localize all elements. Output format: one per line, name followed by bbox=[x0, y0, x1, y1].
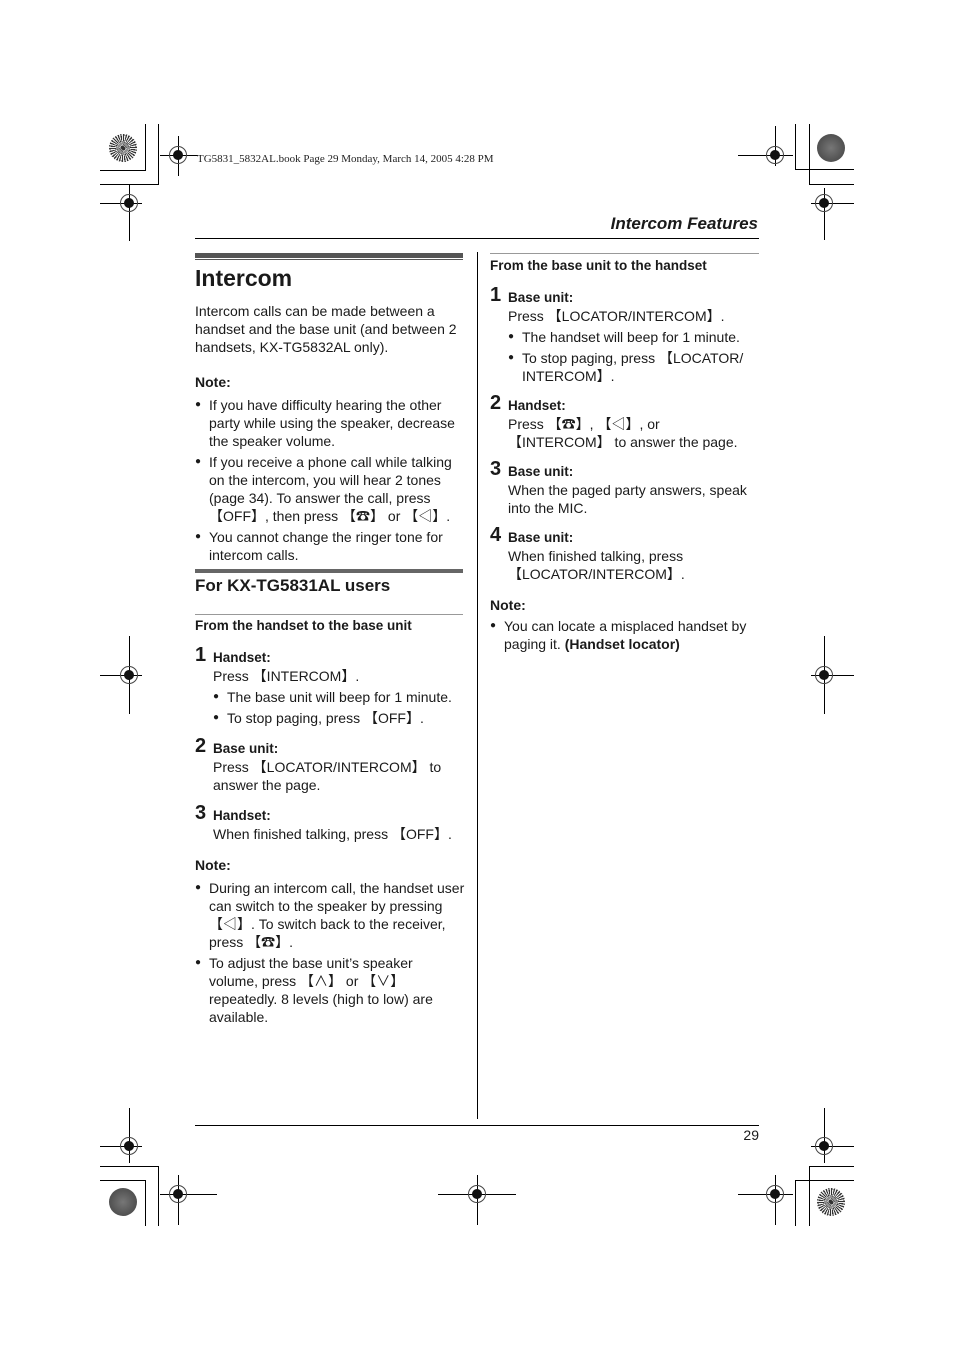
crop-line bbox=[145, 124, 146, 170]
crop-line bbox=[809, 124, 810, 184]
procedure-rule bbox=[490, 253, 759, 254]
header-rule bbox=[195, 238, 759, 239]
note-block: Note: During an intercom call, the hands… bbox=[195, 857, 465, 1026]
crop-line bbox=[100, 170, 146, 171]
crop-line bbox=[145, 1180, 146, 1226]
step-text: Press 【☎】, 【◁】, or 【INTERCOM】 to answer … bbox=[508, 416, 738, 450]
note-item: During an intercom call, the handset use… bbox=[195, 879, 465, 951]
note-item: You cannot change the ringer tone for in… bbox=[195, 528, 465, 564]
step-bullet: To stop paging, press 【LOCATOR/ INTERCOM… bbox=[508, 349, 750, 385]
crop-line bbox=[795, 1180, 796, 1226]
step-heading: Base unit: bbox=[508, 530, 574, 545]
step-heading: Base unit: bbox=[213, 741, 279, 756]
subsection-bar bbox=[195, 569, 463, 573]
note-bold-text: (Handset locator) bbox=[564, 636, 680, 652]
step-heading: Handset: bbox=[213, 650, 271, 665]
procedure-title: From the base unit to the handset bbox=[490, 258, 707, 273]
step-number: 3 bbox=[490, 458, 502, 480]
note-block: Note: You can locate a misplaced handset… bbox=[490, 597, 760, 653]
crop-line bbox=[795, 124, 796, 170]
color-target-bottom-right bbox=[817, 1188, 845, 1216]
step-text: Press 【LOCATOR/INTERCOM】 to answer the p… bbox=[213, 759, 442, 793]
step-3: 3 Base unit: When the paged party answer… bbox=[490, 458, 760, 517]
print-info: TG5831_5832AL.book Page 29 Monday, March… bbox=[197, 153, 494, 165]
color-target-top-right bbox=[817, 134, 845, 162]
intro-text: Intercom calls can be made between a han… bbox=[195, 303, 457, 355]
crop-line bbox=[809, 184, 854, 185]
procedure-title: From the handset to the base unit bbox=[195, 618, 412, 633]
crop-line bbox=[158, 1166, 159, 1226]
step-3: 3 Handset: When finished talking, press … bbox=[195, 802, 465, 843]
step-number: 1 bbox=[195, 644, 207, 666]
step-text: When finished talking, press 【LOCATOR/IN… bbox=[508, 548, 685, 582]
crop-line bbox=[795, 1180, 854, 1181]
color-target-top-left bbox=[109, 134, 137, 162]
note-block: Note: If you have difficulty hearing the… bbox=[195, 374, 465, 564]
note-item: To adjust the base unit’s speaker volume… bbox=[195, 954, 465, 1026]
step-heading: Handset: bbox=[508, 398, 566, 413]
title-bar bbox=[195, 253, 463, 258]
title-rule bbox=[195, 259, 463, 260]
crop-line bbox=[795, 169, 854, 170]
note-label: Note: bbox=[195, 374, 231, 390]
footer-rule bbox=[195, 1125, 759, 1126]
page-title: Intercom bbox=[195, 265, 293, 291]
step-1: 1 Handset: Press 【INTERCOM】. The base un… bbox=[195, 644, 465, 727]
subsection-title: For KX-TG5831AL users bbox=[195, 576, 391, 595]
step-bullet: The base unit will beep for 1 minute. bbox=[213, 688, 465, 706]
crop-line bbox=[158, 124, 159, 184]
step-number: 2 bbox=[195, 735, 207, 757]
step-bullet: To stop paging, press 【OFF】. bbox=[213, 709, 465, 727]
crop-line bbox=[809, 1166, 810, 1226]
column-divider bbox=[477, 252, 478, 1119]
step-text: When finished talking, press 【OFF】. bbox=[213, 826, 452, 842]
step-number: 3 bbox=[195, 802, 207, 824]
note-item: If you receive a phone call while talkin… bbox=[195, 453, 465, 525]
step-4: 4 Base unit: When finished talking, pres… bbox=[490, 524, 760, 583]
step-text: Press 【INTERCOM】. bbox=[213, 668, 360, 684]
step-2: 2 Handset: Press 【☎】, 【◁】, or 【INTERCOM】… bbox=[490, 392, 760, 451]
page-number: 29 bbox=[743, 1127, 759, 1143]
step-2: 2 Base unit: Press 【LOCATOR/INTERCOM】 to… bbox=[195, 735, 465, 794]
section-header-title: Intercom Features bbox=[610, 214, 758, 233]
procedure-rule bbox=[195, 614, 463, 615]
note-label: Note: bbox=[490, 597, 526, 613]
note-item: You can locate a misplaced handset by pa… bbox=[490, 617, 760, 653]
step-number: 1 bbox=[490, 284, 502, 306]
step-text: When the paged party answers, speak into… bbox=[508, 482, 747, 516]
note-item: If you have difficulty hearing the other… bbox=[195, 396, 465, 450]
step-heading: Handset: bbox=[213, 808, 271, 823]
step-bullet: The handset will beep for 1 minute. bbox=[508, 328, 760, 346]
step-number: 4 bbox=[490, 524, 502, 546]
step-heading: Base unit: bbox=[508, 464, 574, 479]
step-number: 2 bbox=[490, 392, 502, 414]
color-target-bottom-left bbox=[109, 1188, 137, 1216]
step-heading: Base unit: bbox=[508, 290, 574, 305]
step-text: Press 【LOCATOR/INTERCOM】. bbox=[508, 308, 725, 324]
crop-line bbox=[100, 1166, 159, 1167]
step-1: 1 Base unit: Press 【LOCATOR/INTERCOM】. T… bbox=[490, 284, 760, 385]
crop-line bbox=[809, 1166, 854, 1167]
crop-line bbox=[100, 1180, 146, 1181]
note-label: Note: bbox=[195, 857, 231, 873]
